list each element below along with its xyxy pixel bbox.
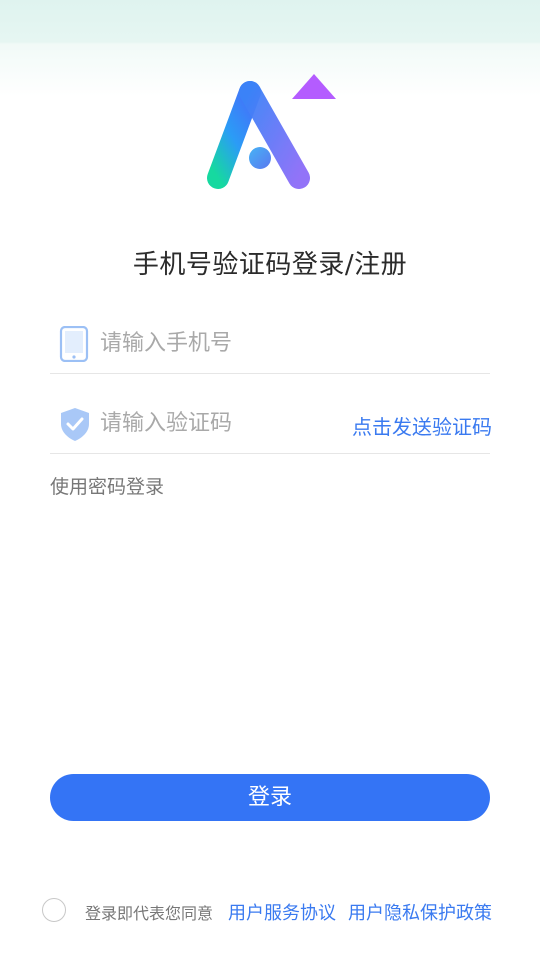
- password-login-link[interactable]: 使用密码登录: [50, 472, 164, 499]
- agreement-checkbox[interactable]: [42, 898, 66, 922]
- phone-row: [50, 314, 490, 374]
- code-row: 点击发送验证码: [50, 394, 492, 454]
- divider: [50, 373, 490, 374]
- login-button[interactable]: 登录: [50, 774, 490, 821]
- privacy-policy-link[interactable]: 用户隐私保护政策: [348, 899, 492, 925]
- shield-check-icon: [61, 408, 89, 441]
- agreement-text: 登录即代表您同意: [85, 904, 214, 923]
- page-title: 手机号验证码登录/注册: [132, 250, 408, 280]
- send-code-button[interactable]: 点击发送验证码: [352, 411, 492, 440]
- agreement-row: 登录即代表您同意 用户服务协议 用户隐私保护政策: [40, 896, 510, 926]
- verification-code-input[interactable]: [100, 404, 340, 442]
- divider: [50, 453, 490, 454]
- service-agreement-link[interactable]: 用户服务协议: [228, 899, 336, 925]
- phone-icon: [59, 326, 89, 362]
- app-logo: [207, 74, 336, 189]
- phone-input[interactable]: [100, 324, 340, 362]
